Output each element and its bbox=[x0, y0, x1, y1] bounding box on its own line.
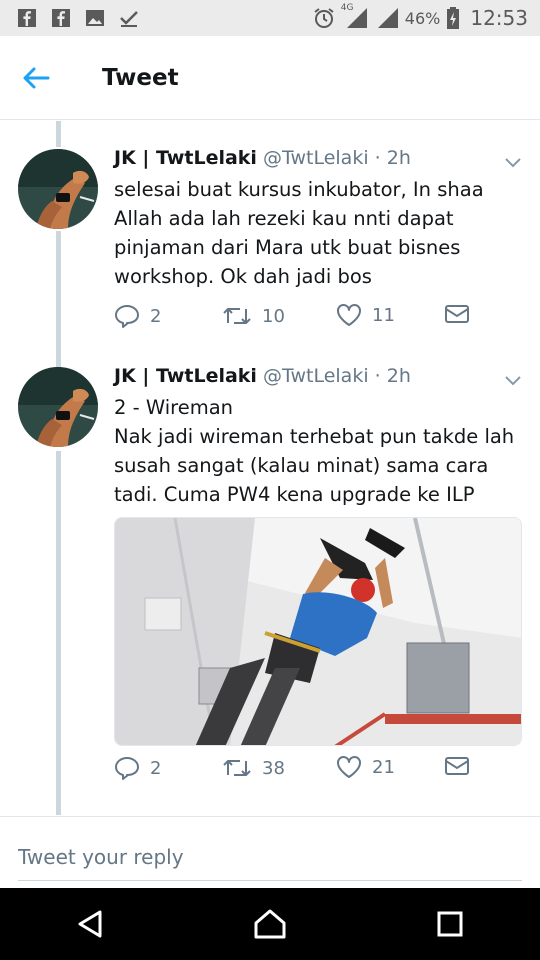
retweet-count: 38 bbox=[262, 757, 285, 779]
message-button[interactable] bbox=[444, 303, 470, 325]
nav-home-button[interactable] bbox=[230, 888, 310, 960]
tweet-text-line: Nak jadi wireman terhebat pun takde lah bbox=[114, 425, 515, 448]
tweet-photo[interactable] bbox=[114, 517, 522, 746]
chevron-down-icon[interactable] bbox=[502, 151, 524, 173]
tweet-text-line: susah sangat (kalau minat) sama cara bbox=[114, 454, 489, 477]
nav-recents-button[interactable] bbox=[410, 888, 490, 960]
reply-count: 2 bbox=[150, 757, 162, 779]
envelope-icon bbox=[445, 757, 469, 775]
user-handle[interactable]: @TwtLelaki bbox=[263, 365, 369, 387]
reply-icon bbox=[115, 305, 139, 328]
system-nav-bar bbox=[0, 888, 540, 960]
heart-icon bbox=[337, 756, 361, 778]
alarm-icon bbox=[313, 7, 335, 29]
gallery-icon bbox=[84, 7, 106, 29]
back-button[interactable] bbox=[0, 36, 72, 120]
envelope-icon bbox=[445, 305, 469, 323]
check-icon bbox=[118, 7, 140, 29]
nav-back-button[interactable] bbox=[50, 888, 130, 960]
reply-bar bbox=[0, 816, 540, 888]
clock: 12:53 bbox=[470, 6, 528, 30]
avatar[interactable] bbox=[18, 149, 98, 229]
reply-input[interactable] bbox=[18, 833, 522, 881]
chevron-down-icon[interactable] bbox=[502, 369, 524, 391]
tweet[interactable]: JK | TwtLelaki @TwtLelaki · 2h selesai b… bbox=[0, 121, 540, 353]
like-count: 11 bbox=[372, 304, 395, 326]
retweet-button[interactable]: 10 bbox=[222, 303, 285, 329]
battery-icon bbox=[446, 7, 460, 29]
tweet-text-line: selesai buat kursus inkubator, In shaa bbox=[114, 178, 484, 201]
tweet-header: JK | TwtLelaki @TwtLelaki · 2h bbox=[114, 147, 411, 169]
triangle-back-icon bbox=[78, 910, 102, 938]
like-count: 21 bbox=[372, 756, 395, 778]
display-name[interactable]: JK | TwtLelaki bbox=[114, 147, 257, 169]
avatar[interactable] bbox=[18, 367, 98, 447]
facebook-icon bbox=[50, 7, 72, 29]
display-name[interactable]: JK | TwtLelaki bbox=[114, 365, 257, 387]
tweet-text-line: Allah ada lah rezeki kau nnti dapat bbox=[114, 207, 454, 230]
tweet-text-line: pinjaman dari Mara utk buat bisnes bbox=[114, 236, 461, 259]
arrow-left-icon bbox=[23, 67, 50, 88]
tweet-header: JK | TwtLelaki @TwtLelaki · 2h bbox=[114, 365, 411, 387]
reply-button[interactable]: 2 bbox=[114, 303, 161, 329]
network-label: 4G bbox=[340, 3, 354, 13]
timestamp: · 2h bbox=[374, 365, 411, 387]
tweet[interactable]: JK | TwtLelaki @TwtLelaki · 2h 2 - Wirem… bbox=[0, 353, 540, 815]
timestamp: · 2h bbox=[374, 147, 411, 169]
tweet-actions: 2 10 11 bbox=[114, 303, 514, 335]
battery-percent: 46% bbox=[404, 8, 441, 28]
tweet-text-line: 2 - Wireman bbox=[114, 396, 233, 419]
home-icon bbox=[254, 909, 286, 939]
message-button[interactable] bbox=[444, 755, 470, 777]
like-button[interactable]: 11 bbox=[336, 303, 395, 327]
user-handle[interactable]: @TwtLelaki bbox=[263, 147, 369, 169]
tweet-text: 2 - Wireman Nak jadi wireman terhebat pu… bbox=[114, 393, 514, 509]
status-bar: 4G 46% 12:53 bbox=[0, 0, 540, 36]
facebook-icon bbox=[16, 7, 38, 29]
tweet-text-line: tadi. Cuma PW4 kena upgrade ke ILP bbox=[114, 483, 475, 506]
page-title: Tweet bbox=[102, 64, 179, 91]
like-button[interactable]: 21 bbox=[336, 755, 395, 779]
retweet-icon bbox=[223, 308, 251, 324]
tweet-actions: 2 38 21 bbox=[114, 755, 514, 787]
signal-4g-icon: 4G bbox=[341, 3, 371, 29]
reply-icon bbox=[115, 757, 139, 780]
tweet-text-line: workshop. Ok dah jadi bos bbox=[114, 265, 372, 288]
tweet-thread: JK | TwtLelaki @TwtLelaki · 2h selesai b… bbox=[0, 121, 540, 815]
square-recents-icon bbox=[437, 911, 463, 937]
reply-count: 2 bbox=[150, 305, 162, 327]
signal-icon bbox=[377, 7, 399, 29]
retweet-count: 10 bbox=[262, 305, 285, 327]
app-header: Tweet bbox=[0, 36, 540, 120]
retweet-button[interactable]: 38 bbox=[222, 755, 285, 781]
heart-icon bbox=[337, 304, 361, 326]
retweet-icon bbox=[223, 760, 251, 776]
tweet-text: selesai buat kursus inkubator, In shaa A… bbox=[114, 175, 514, 291]
reply-button[interactable]: 2 bbox=[114, 755, 161, 781]
